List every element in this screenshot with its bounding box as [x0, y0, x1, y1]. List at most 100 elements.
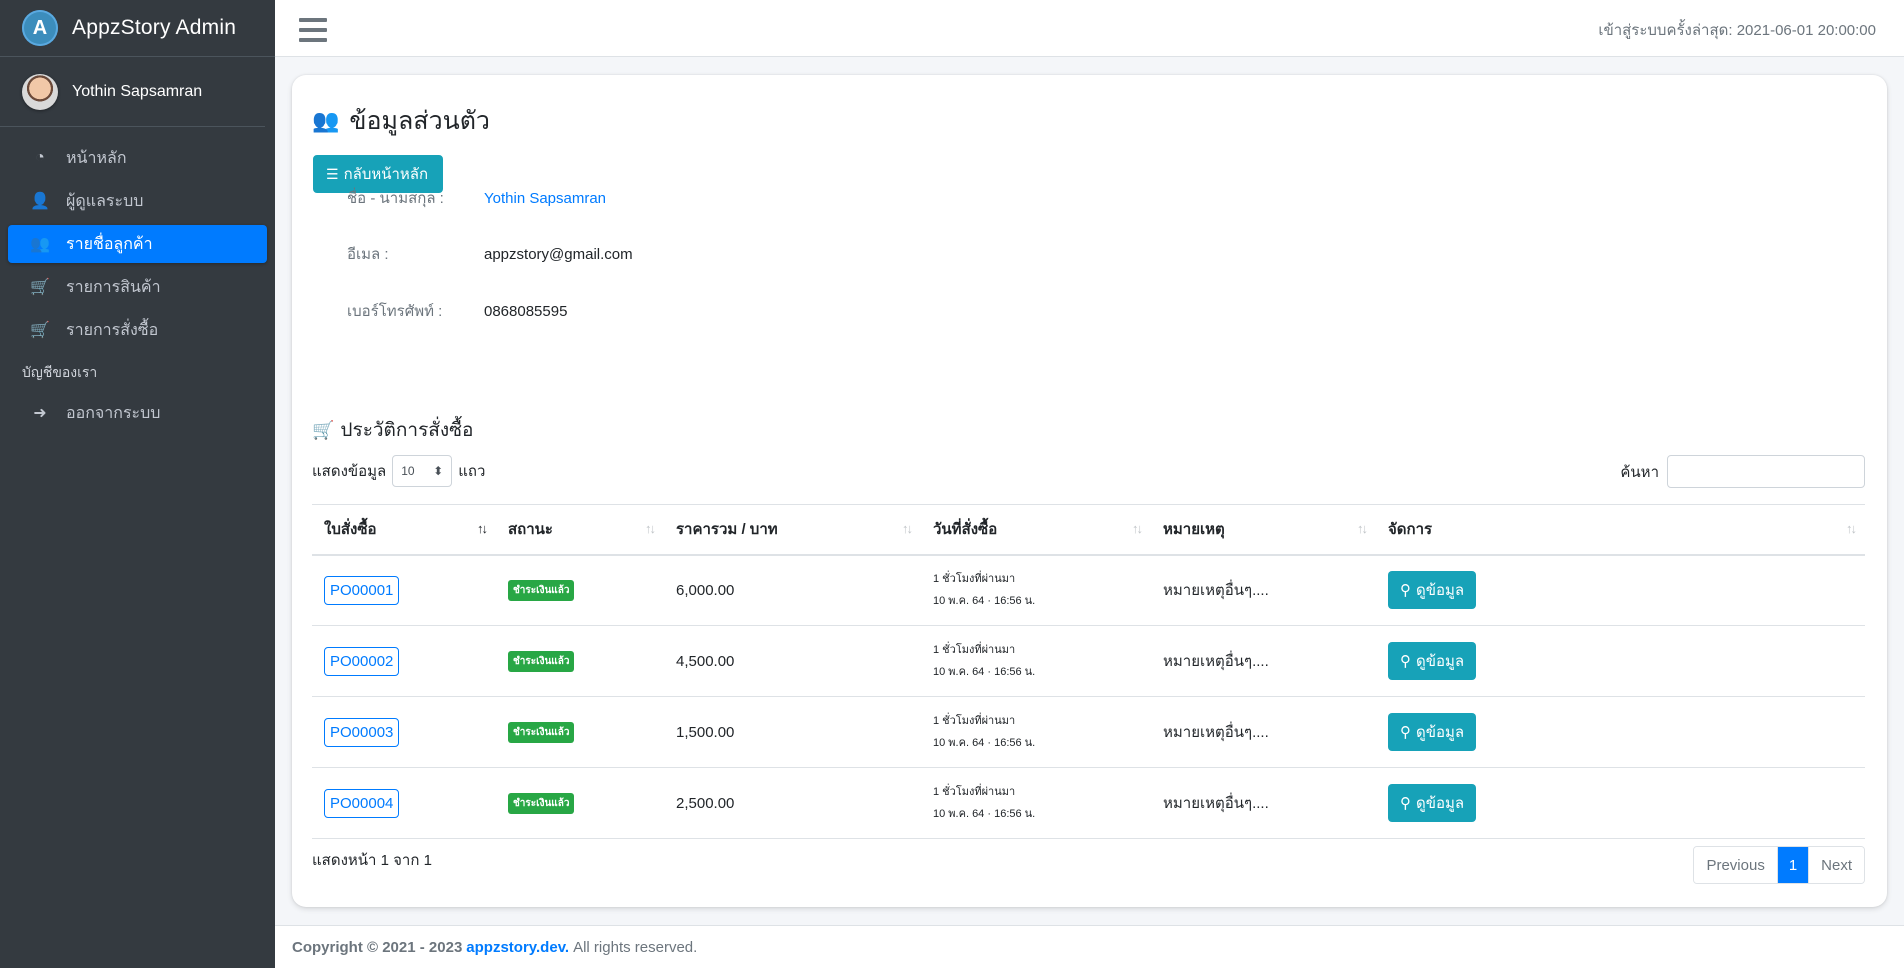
sidebar-item-home[interactable]: ◔ หน้าหลัก — [8, 139, 267, 177]
status-badge: ชำระเงินแล้ว — [508, 650, 575, 672]
table-row: PO00003 ชำระเงินแล้ว 1,500.00 1 ชั่วโมงท… — [312, 696, 1865, 768]
user-name: Yothin Sapsamran — [72, 82, 203, 100]
user-cog-icon: 👤 — [30, 193, 50, 210]
sidebar-item-logout[interactable]: ➜ ออกจากระบบ — [8, 394, 267, 432]
po-number-button[interactable]: PO00002 — [324, 646, 400, 676]
page-title: 👥 ข้อมูลส่วนตัว — [312, 101, 490, 141]
info-label: ชื่อ - นามสกุล : — [347, 190, 444, 207]
column-header-note[interactable]: หมายเหตุ ↑↓ — [1151, 504, 1376, 556]
length-label-after: แถว — [458, 463, 486, 480]
brand-name: AppzStory Admin — [72, 16, 237, 39]
po-number-button[interactable]: PO00003 — [324, 717, 400, 747]
cart-plus-icon: 🛒 — [312, 419, 335, 440]
status-badge: ชำระเงินแล้ว — [508, 579, 575, 601]
order-note: หมายเหตุอื่นๆ.... — [1151, 767, 1376, 839]
last-login-text: เข้าสู่ระบบครั้งล่าสุด: 2021-06-01 20:00… — [1598, 22, 1876, 39]
view-order-button[interactable]: ⚲ ดูข้อมูล — [1388, 713, 1477, 751]
search-icon: ⚲ — [1400, 724, 1411, 741]
cart-icon: 🛒 — [30, 279, 50, 296]
order-history-title: 🛒 ประวัติการสั่งซื้อ — [312, 415, 473, 445]
order-date-absolute: 10 พ.ค. 64 · 16:56 น. — [933, 595, 1036, 608]
search-label: ค้นหา — [1620, 463, 1659, 481]
order-date-relative: 1 ชั่วโมงที่ผ่านมา — [933, 573, 1016, 586]
pagination-previous-button[interactable]: Previous — [1694, 847, 1778, 883]
menu-toggle-icon[interactable] — [299, 18, 327, 42]
column-header-date[interactable]: วันที่สั่งซื้อ ↑↓ — [921, 504, 1151, 556]
pagination-info: แสดงหน้า 1 จาก 1 — [312, 852, 432, 869]
sidebar-item-products[interactable]: 🛒 รายการสินค้า — [8, 268, 267, 306]
po-number-button[interactable]: PO00004 — [324, 788, 400, 818]
sort-icon: ↑↓ — [902, 521, 913, 536]
pagination: Previous 1 Next — [1693, 846, 1865, 884]
order-date-relative: 1 ชั่วโมงที่ผ่านมา — [933, 715, 1016, 727]
column-header-actions[interactable]: จัดการ ↑↓ — [1376, 504, 1865, 556]
sign-out-icon: ➜ — [33, 405, 47, 422]
footer-site-link[interactable]: appzstory.dev. — [466, 939, 569, 956]
top-navbar: เข้าสู่ระบบครั้งล่าสุด: 2021-06-01 20:00… — [275, 0, 1904, 57]
order-date-absolute: 10 พ.ค. 64 · 16:56 น. — [933, 666, 1036, 678]
sort-icon: ↑↓ — [1132, 521, 1143, 536]
status-badge: ชำระเงินแล้ว — [508, 721, 575, 743]
table-header-row: ใบสั่งซื้อ ↑↓ สถานะ ↑↓ ราคารวม / บาท ↑↓ วัน… — [312, 504, 1865, 556]
sidebar-item-customers[interactable]: 👥 รายชื่อลูกค้า — [8, 225, 267, 263]
view-order-button[interactable]: ⚲ ดูข้อมูล — [1388, 571, 1477, 610]
order-total: 6,000.00 — [664, 554, 921, 626]
sidebar-item-label: ผู้ดูแลระบบ — [66, 192, 144, 210]
sidebar: A AppzStory Admin Yothin Sapsamran ◔ หน้… — [0, 0, 275, 968]
po-number-button[interactable]: PO00001 — [324, 575, 400, 605]
order-date-relative: 1 ชั่วโมงที่ผ่านมา — [933, 644, 1016, 656]
column-header-total[interactable]: ราคารวม / บาท ↑↓ — [664, 504, 921, 556]
table-row: PO00004 ชำระเงินแล้ว 2,500.00 1 ชั่วโมงท… — [312, 767, 1865, 839]
sidebar-item-label: รายการสั่งซื้อ — [66, 321, 159, 339]
footer-copyright: Copyright © 2021 - 2023 — [292, 938, 463, 956]
orders-table: ใบสั่งซื้อ ↑↓ สถานะ ↑↓ ราคารวม / บาท ↑↓ วัน… — [312, 504, 1865, 839]
sort-icon: ↑↓ — [1846, 521, 1857, 536]
info-row-email: อีเมล : appzstory@gmail.com — [347, 242, 633, 266]
brand-link[interactable]: A AppzStory Admin — [0, 0, 275, 57]
order-total: 2,500.00 — [664, 767, 921, 839]
page-title-text: ข้อมูลส่วนตัว — [349, 107, 490, 135]
order-total: 4,500.00 — [664, 625, 921, 697]
search-input[interactable] — [1667, 455, 1865, 488]
customer-email: appzstory@gmail.com — [484, 245, 633, 263]
cart-plus-icon: 🛒 — [30, 322, 50, 339]
sidebar-item-label: หน้าหลัก — [66, 149, 127, 167]
dashboard-icon: ◔ — [35, 149, 45, 166]
page-length-value: 10 — [401, 464, 415, 478]
page-length-control: แสดงข้อมูล 10 ⬍ แถว — [312, 455, 485, 487]
sort-asc-icon: ↑↓ — [477, 521, 488, 536]
pagination-page-button[interactable]: 1 — [1777, 847, 1809, 883]
customer-name-link[interactable]: Yothin Sapsamran — [484, 190, 606, 207]
order-date-relative: 1 ชั่วโมงที่ผ่านมา — [933, 786, 1016, 798]
info-label: อีเมล : — [347, 246, 389, 263]
list-icon: ☰ — [326, 165, 339, 182]
sidebar-item-label: ออกจากระบบ — [66, 404, 161, 422]
column-header-po[interactable]: ใบสั่งซื้อ ↑↓ — [312, 504, 496, 556]
table-row: PO00002 ชำระเงินแล้ว 4,500.00 1 ชั่วโมงท… — [312, 625, 1865, 697]
pagination-next-button[interactable]: Next — [1808, 847, 1864, 883]
search-icon: ⚲ — [1400, 795, 1411, 812]
column-header-status[interactable]: สถานะ ↑↓ — [496, 504, 664, 556]
view-order-button[interactable]: ⚲ ดูข้อมูล — [1388, 642, 1477, 680]
order-note: หมายเหตุอื่นๆ.... — [1151, 696, 1376, 768]
search-icon: ⚲ — [1400, 582, 1411, 600]
sidebar-nav: ◔ หน้าหลัก 👤 ผู้ดูแลระบบ 👥 รายชื่อลูกค้า… — [0, 127, 275, 449]
brand-logo-icon: A — [22, 10, 58, 46]
sidebar-item-admins[interactable]: 👤 ผู้ดูแลระบบ — [8, 182, 267, 220]
sidebar-item-label: รายชื่อลูกค้า — [66, 235, 153, 253]
sort-updown-icon: ⬍ — [433, 464, 444, 478]
sidebar-section-header: บัญชีของเรา — [22, 364, 98, 380]
search-control: ค้นหา — [1620, 455, 1865, 488]
info-label: เบอร์โทรศัพท์ : — [347, 303, 443, 320]
footer: Copyright © 2021 - 2023 appzstory.dev. A… — [275, 925, 1904, 968]
page-length-select[interactable]: 10 ⬍ — [392, 455, 453, 487]
search-icon: ⚲ — [1400, 653, 1411, 670]
view-order-button[interactable]: ⚲ ดูข้อมูล — [1388, 784, 1477, 822]
sidebar-item-orders[interactable]: 🛒 รายการสั่งซื้อ — [8, 311, 267, 349]
order-history-title-text: ประวัติการสั่งซื้อ — [340, 420, 474, 441]
back-home-label: กลับหน้าหลัก — [343, 166, 429, 183]
footer-rights: All rights reserved. — [573, 938, 698, 956]
avatar — [22, 73, 58, 110]
user-panel[interactable]: Yothin Sapsamran — [0, 57, 265, 127]
info-row-phone: เบอร์โทรศัพท์ : 0868085595 — [347, 299, 567, 323]
